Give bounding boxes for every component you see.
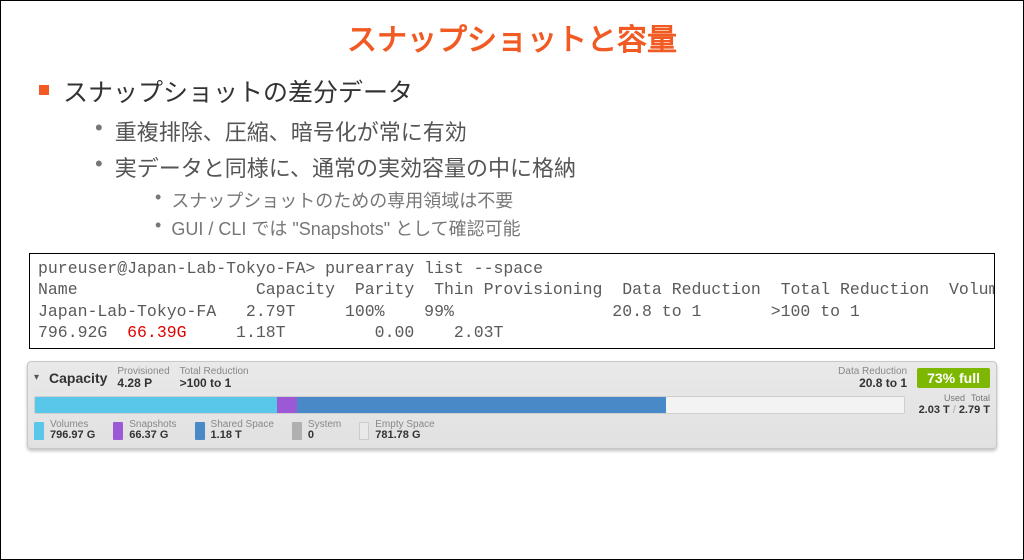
used-total: Used Total 2.03 T/2.79 T xyxy=(919,394,990,416)
used-value: 2.03 T xyxy=(919,404,950,416)
orange-square-icon xyxy=(39,85,49,95)
swatch-empty-icon xyxy=(359,422,369,440)
legend-volumes: Volumes 796.97 G xyxy=(34,420,95,442)
bullet-l2: • 実データと同様に、通常の実効容量の中に格納 xyxy=(95,151,999,183)
bullet-list: スナップショットの差分データ • 重複排除、圧縮、暗号化が常に有効 • 実データ… xyxy=(25,71,999,243)
bar-seg-snapshots xyxy=(277,397,297,413)
legend-system: System 0 xyxy=(292,420,341,442)
bar-seg-shared xyxy=(297,397,665,413)
total-reduction-value: >100 to 1 xyxy=(180,377,249,390)
bullet-l2b-text: 実データと同様に、通常の実効容量の中に格納 xyxy=(115,151,576,183)
legend-system-value: 0 xyxy=(308,430,341,442)
slide: スナップショットと容量 スナップショットの差分データ • 重複排除、圧縮、暗号化… xyxy=(0,0,1024,560)
legend-empty: Empty Space 781.78 G xyxy=(359,420,434,442)
legend-snapshots: Snapshots 66.37 G xyxy=(113,420,176,442)
bullet-dot-icon: • xyxy=(95,115,103,141)
slide-title: スナップショットと容量 xyxy=(25,15,999,59)
provisioned-metric: Provisioned 4.28 P xyxy=(117,366,169,390)
legend-snapshots-value: 66.37 G xyxy=(129,430,176,442)
cli-line2: Name Capacity Parity Thin Provisioning D… xyxy=(38,280,995,299)
bullet-l3: • スナップショットのための専用領域は不要 xyxy=(155,187,999,213)
capacity-bar xyxy=(34,396,905,414)
bullet-l2a-text: 重複排除、圧縮、暗号化が常に有効 xyxy=(115,115,467,147)
legend-empty-value: 781.78 G xyxy=(375,430,434,442)
capacity-bar-row: Used Total 2.03 T/2.79 T xyxy=(34,394,990,416)
swatch-volumes-icon xyxy=(34,422,44,440)
bullet-dot-icon: • xyxy=(155,187,161,208)
cli-snapshots-value: 66.39G xyxy=(127,323,186,342)
bullet-dot-icon: • xyxy=(95,151,103,177)
cli-line3: Japan-Lab-Tokyo-FA 2.79T 100% 99% 20.8 t… xyxy=(38,302,860,321)
cli-line4a: 796.92G xyxy=(38,323,127,342)
capacity-panel: ▾ Capacity Provisioned 4.28 P Total Redu… xyxy=(27,361,997,449)
cli-line1: pureuser@Japan-Lab-Tokyo-FA> purearray l… xyxy=(38,259,543,278)
cli-output: pureuser@Japan-Lab-Tokyo-FA> purearray l… xyxy=(29,253,995,349)
bullet-l1: スナップショットの差分データ xyxy=(39,73,999,109)
full-percent-badge: 73% full xyxy=(917,368,990,388)
legend-volumes-value: 796.97 G xyxy=(50,430,95,442)
data-reduction-value: 20.8 to 1 xyxy=(859,377,907,390)
bullet-dot-icon: • xyxy=(155,215,161,236)
data-reduction-metric: Data Reduction 20.8 to 1 xyxy=(838,366,907,390)
legend-shared: Shared Space 1.18 T xyxy=(195,420,274,442)
used-label: Used xyxy=(944,394,965,404)
bullet-l2: • 重複排除、圧縮、暗号化が常に有効 xyxy=(95,115,999,147)
capacity-legend: Volumes 796.97 G Snapshots 66.37 G Share… xyxy=(34,420,990,442)
legend-shared-value: 1.18 T xyxy=(211,430,274,442)
total-value: 2.79 T xyxy=(959,404,990,416)
total-label: Total xyxy=(971,394,990,404)
cli-line4b: 1.18T 0.00 2.03T xyxy=(187,323,504,342)
collapse-toggle[interactable]: ▾ xyxy=(34,372,39,383)
bullet-l3b-text: GUI / CLI では "Snapshots" として確認可能 xyxy=(171,215,520,241)
capacity-header: ▾ Capacity Provisioned 4.28 P Total Redu… xyxy=(34,366,990,390)
bullet-l3: • GUI / CLI では "Snapshots" として確認可能 xyxy=(155,215,999,241)
bullet-l3a-text: スナップショットのための専用領域は不要 xyxy=(171,187,513,213)
bullet-l1-text: スナップショットの差分データ xyxy=(63,73,413,109)
swatch-snapshots-icon xyxy=(113,422,123,440)
provisioned-value: 4.28 P xyxy=(117,377,169,390)
swatch-system-icon xyxy=(292,422,302,440)
bar-seg-volumes xyxy=(35,397,277,413)
swatch-shared-icon xyxy=(195,422,205,440)
capacity-title: Capacity xyxy=(49,370,107,386)
total-reduction-metric: Total Reduction >100 to 1 xyxy=(180,366,249,390)
